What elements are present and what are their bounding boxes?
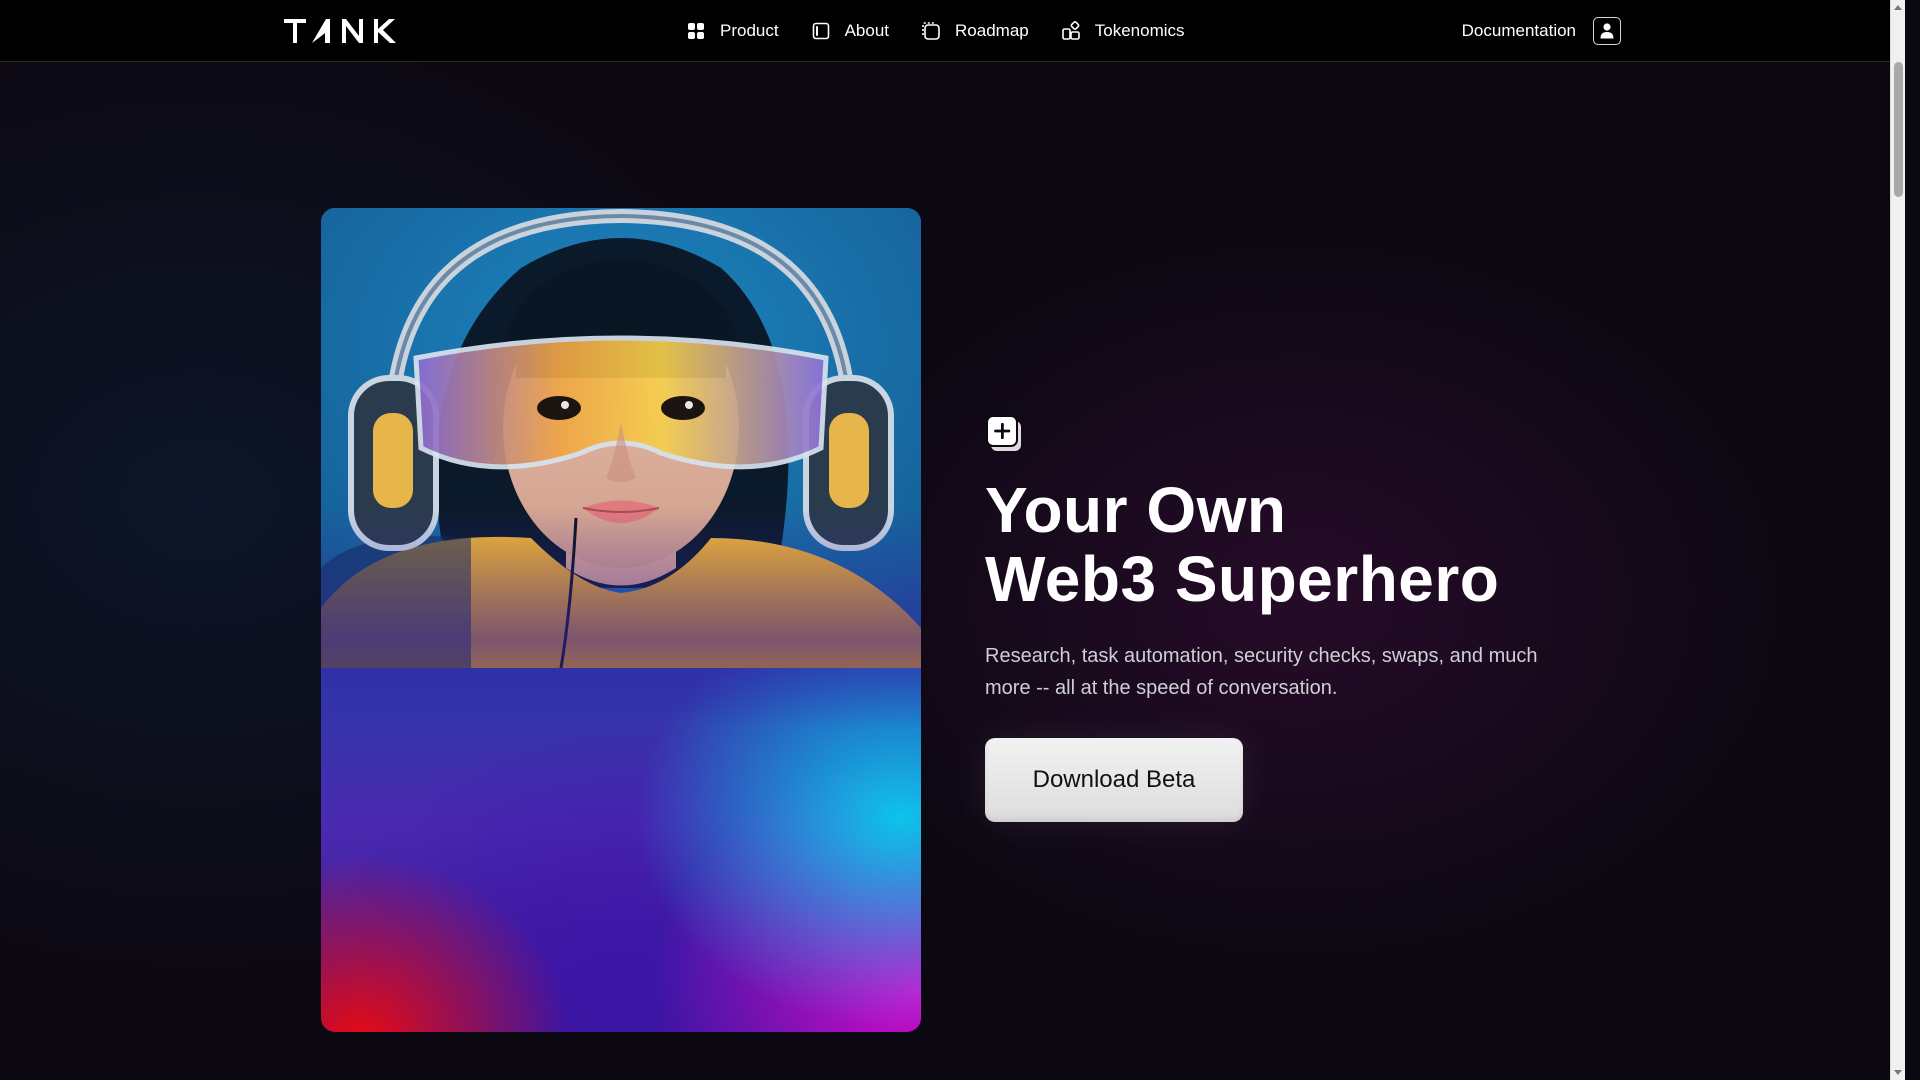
hero-subtext: Research, task automation, security chec…	[985, 645, 1538, 699]
nav-item-label: Product	[720, 21, 779, 40]
page: Product About Roadmap Tokenomics Documen…	[0, 0, 1905, 1080]
download-beta-button[interactable]: Download Beta	[985, 738, 1243, 822]
user-button[interactable]	[1593, 17, 1621, 45]
nav-item-label: Roadmap	[955, 21, 1029, 40]
nav-item-roadmap[interactable]: Roadmap	[921, 21, 1029, 41]
scrollbar[interactable]	[1890, 0, 1905, 1080]
path-icon	[921, 21, 941, 41]
nav-item-label: Tokenomics	[1094, 21, 1185, 40]
scroll-up-arrow-icon[interactable]	[1894, 5, 1902, 10]
panel-icon	[811, 21, 831, 41]
nav-item-product[interactable]: Product	[686, 21, 779, 41]
top-nav: Product About Roadmap Tokenomics Documen…	[0, 0, 1905, 62]
hero-content: Your Own Web3 Superhero Research, task a…	[985, 414, 1585, 822]
nav-item-about[interactable]: About	[811, 21, 889, 41]
blocks-icon	[1061, 21, 1081, 41]
scroll-down-arrow-icon[interactable]	[1894, 1070, 1902, 1075]
tank-logo[interactable]	[284, 16, 406, 46]
headline-line-2: Web3 Superhero	[985, 543, 1500, 615]
image-fade	[321, 508, 921, 728]
nav-item-tokenomics[interactable]: Tokenomics	[1061, 21, 1185, 41]
scroll-thumb[interactable]	[1894, 62, 1903, 197]
user-icon	[1599, 22, 1615, 40]
hero-headline: Your Own Web3 Superhero	[985, 476, 1585, 614]
nav-item-label: About	[844, 21, 890, 40]
documentation-link[interactable]: Documentation	[1462, 21, 1576, 41]
tank-logo-mark	[284, 19, 396, 43]
nav-right: Documentation	[1462, 0, 1621, 62]
hero-image	[321, 208, 921, 1032]
headline-line-1: Your Own	[985, 474, 1287, 546]
nav-links: Product About Roadmap Tokenomics	[686, 0, 1185, 62]
grid-icon	[686, 21, 706, 41]
add-layer-icon	[985, 414, 1025, 454]
